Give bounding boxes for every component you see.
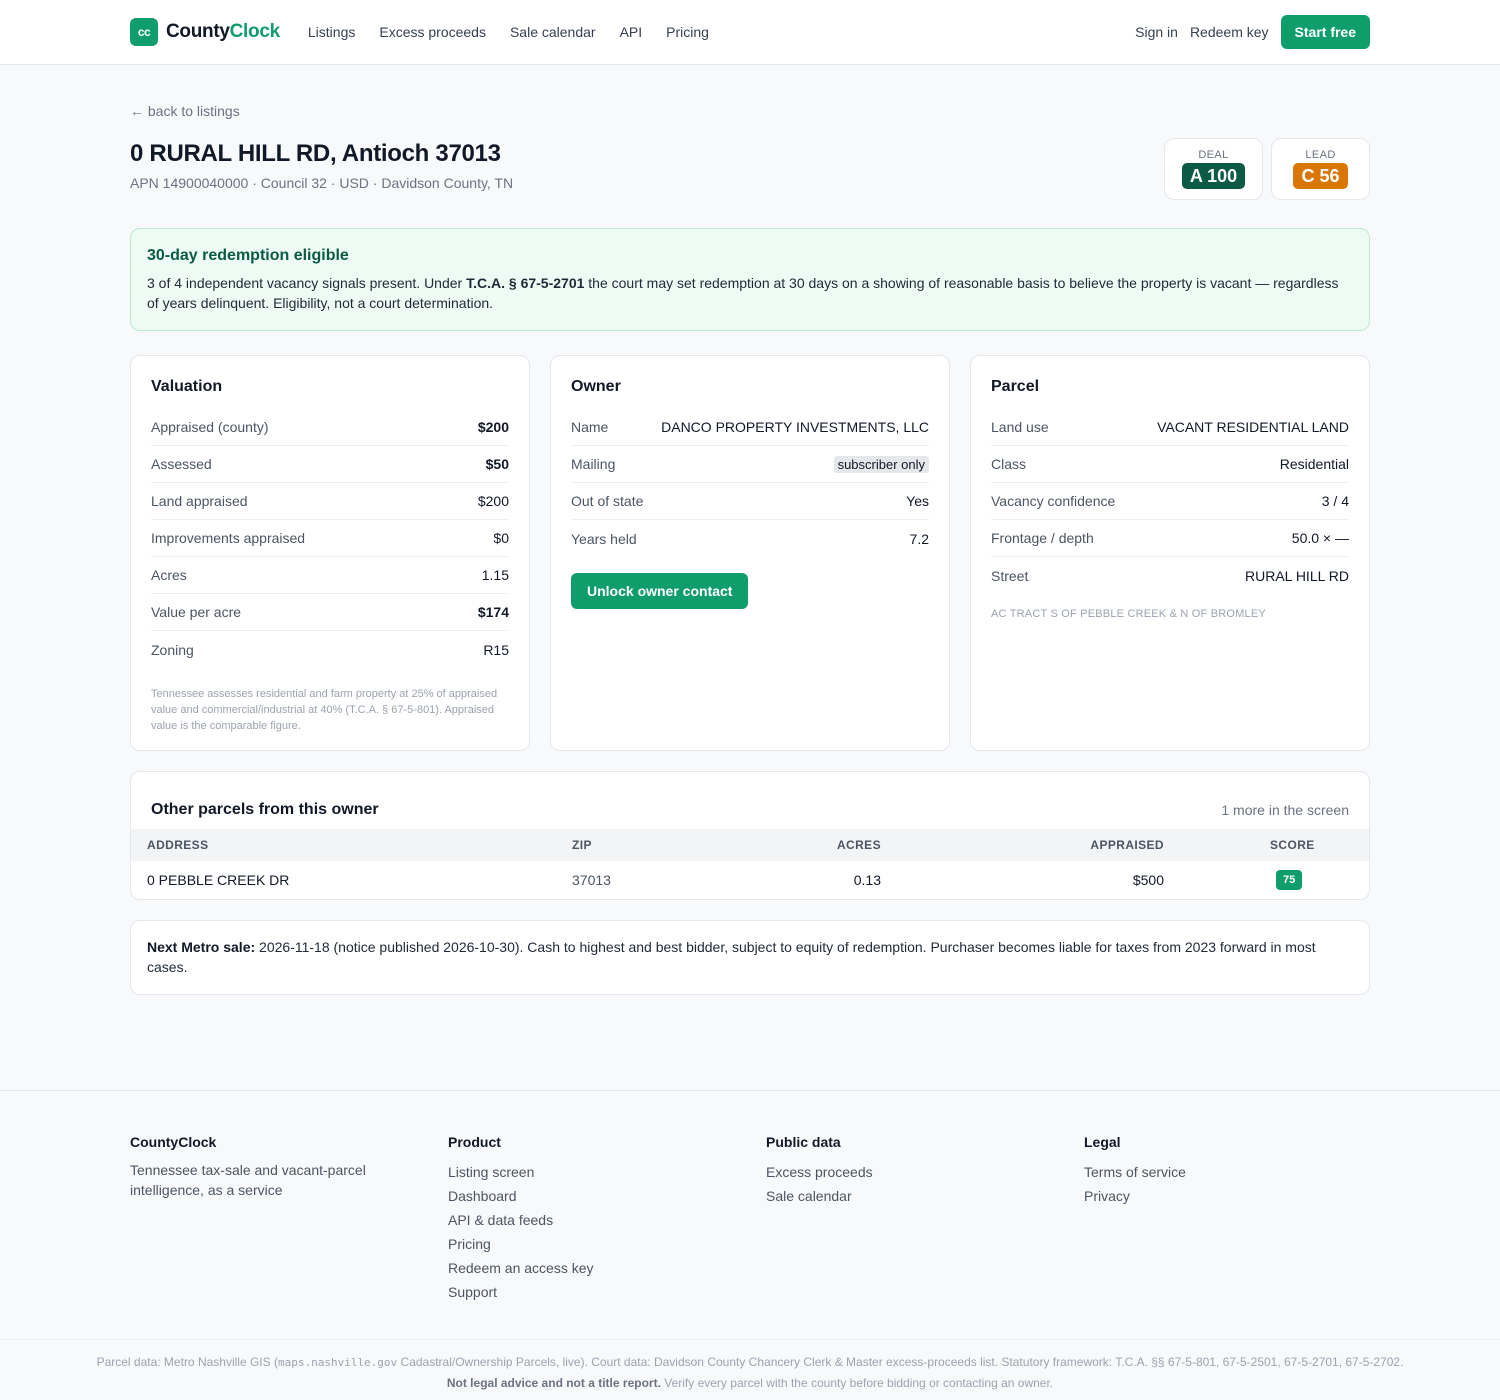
parcel-row: Frontage / depth 50.0 × — [991,520,1349,557]
legal-description: AC TRACT S OF PEBBLE CREEK & N OF BROMLE… [991,608,1266,620]
page-title: 0 RURAL HILL RD, Antioch 37013 [130,140,501,167]
footer-link-dashboard[interactable]: Dashboard [448,1188,517,1204]
owner-title: Owner [571,378,621,395]
footer-link-privacy[interactable]: Privacy [1084,1188,1130,1204]
parcel-appraised: $500 [1132,872,1164,888]
nav-listings[interactable]: Listings [308,24,355,40]
valuation-note: Tennessee assesses residential and farm … [151,688,498,732]
valuation-row: Assessed $50 [151,446,509,483]
brand-mark-icon: cc [130,18,158,46]
nav-sale-calendar[interactable]: Sale calendar [510,24,596,40]
valuation-row: Value per acre $174 [151,594,509,631]
lead-score-card: LEAD C 56 [1271,138,1370,200]
parcel-card: Parcel Land use VACANT RESIDENTIAL LAND C… [970,355,1370,751]
parcel-zip: 37013 [572,872,611,888]
start-free-button[interactable]: Start free [1280,15,1370,49]
back-to-listings-link[interactable]: ← back to listings [130,103,240,119]
valuation-row: Acres 1.15 [151,557,509,594]
lead-score-badge: C 56 [1293,163,1348,189]
subscriber-only-badge: subscriber only [833,455,929,473]
owner-row: Out of state Yes [571,483,929,520]
parcel-row: Class Residential [991,446,1349,483]
footer-link-redeem-key[interactable]: Redeem an access key [448,1260,594,1276]
footer-link-support[interactable]: Support [448,1284,497,1300]
footer-brand: CountyClock [130,1134,217,1150]
footer-link-listing-screen[interactable]: Listing screen [448,1164,534,1180]
next-sale-label: Next Metro sale: [147,939,256,955]
parcel-score-badge: 75 [1276,870,1303,890]
redemption-alert: 30-day redemption eligible 3 of 4 indepe… [130,228,1370,331]
footer-link-excess-proceeds[interactable]: Excess proceeds [766,1164,873,1180]
other-parcels-table: ADDRESS ZIP ACRES APPRAISED SCORE 0 PEBB… [131,829,1369,899]
footer-legal-title: Legal [1084,1134,1121,1150]
statute-reference: T.C.A. § 67-5-2701 [466,275,585,291]
top-navigation-bar: cc CountyClock Listings Excess proceeds … [0,0,1500,65]
valuation-row: Zoning R15 [151,641,509,658]
nav-api[interactable]: API [620,24,643,40]
parcel-address[interactable]: 0 PEBBLE CREEK DR [131,861,556,899]
valuation-row: Improvements appraised $0 [151,520,509,557]
deal-score-label: DEAL [1198,149,1229,161]
footer-link-terms[interactable]: Terms of service [1084,1164,1186,1180]
more-in-screen-link[interactable]: 1 more in the screen [1221,802,1349,818]
brand-logo-link[interactable]: cc CountyClock [130,18,280,46]
parcel-row: Street RURAL HILL RD [991,567,1349,584]
sign-in-link[interactable]: Sign in [1135,24,1178,40]
owner-card: Owner Name DANCO PROPERTY INVESTMENTS, LL… [550,355,950,751]
footer-sources: Parcel data: Metro Nashville GIS (maps.n… [0,1339,1500,1394]
deal-score-card: DEAL A 100 [1164,138,1263,200]
footer-product-title: Product [448,1134,501,1150]
redeem-key-link[interactable]: Redeem key [1190,24,1269,40]
nav-pricing[interactable]: Pricing [666,24,709,40]
unlock-owner-contact-button[interactable]: Unlock owner contact [571,573,749,609]
owner-row: Years held 7.2 [571,530,929,547]
footer-link-sale-calendar[interactable]: Sale calendar [766,1188,852,1204]
disclaimer-line: Not legal advice and not a title report.… [446,1376,1054,1390]
table-row[interactable]: 0 PEBBLE CREEK DR 37013 0.13 $500 75 [131,861,1369,899]
footer-link-api[interactable]: API & data feeds [448,1212,553,1228]
parcel-acres: 0.13 [853,872,881,888]
other-parcels-card: Other parcels from this owner 1 more in … [130,771,1370,900]
main-content: ← back to listings 0 RURAL HILL RD, Anti… [130,65,1370,995]
footer-link-pricing[interactable]: Pricing [448,1236,491,1252]
valuation-title: Valuation [151,378,223,395]
site-footer: CountyClock Tennessee tax-sale and vacan… [0,1090,1500,1400]
parcel-row: Land use VACANT RESIDENTIAL LAND [991,409,1349,446]
alert-body: 3 of 4 independent vacancy signals prese… [147,275,1339,311]
brand-name: CountyClock [166,21,280,42]
score-cards: DEAL A 100 LEAD C 56 [1164,138,1370,200]
data-sources-line: Parcel data: Metro Nashville GIS (maps.n… [96,1355,1404,1369]
owner-row: Mailing subscriber only [571,446,929,483]
other-parcels-title: Other parcels from this owner [151,801,379,818]
parcel-row: Vacancy confidence 3 / 4 [991,483,1349,520]
nav-excess-proceeds[interactable]: Excess proceeds [379,24,486,40]
owner-row: Name DANCO PROPERTY INVESTMENTS, LLC [571,409,929,446]
footer-public-data-title: Public data [766,1134,841,1150]
valuation-card: Valuation Appraised (county) $200 Assesse… [130,355,530,751]
next-sale-notice: Next Metro sale: 2026-11-18 (notice publ… [130,920,1370,995]
parcel-title: Parcel [991,378,1040,395]
deal-score-badge: A 100 [1181,163,1246,189]
lead-score-label: LEAD [1305,149,1336,161]
column-header-address: ADDRESS [147,838,209,852]
alert-title: 30-day redemption eligible [147,247,349,264]
valuation-row: Appraised (county) $200 [151,409,509,446]
column-header-appraised: APPRAISED [1090,838,1164,852]
column-header-acres: ACRES [836,838,881,852]
column-header-score: SCORE [1270,838,1315,852]
table-header-row: ADDRESS ZIP ACRES APPRAISED SCORE [131,829,1369,861]
valuation-row: Land appraised $200 [151,483,509,520]
column-header-zip: ZIP [572,838,592,852]
footer-description: Tennessee tax-sale and vacant-parcel int… [130,1162,366,1198]
parcel-subtitle: APN 14900040000 · Council 32 · USD · Dav… [130,175,514,192]
main-nav: Listings Excess proceeds Sale calendar A… [308,24,709,40]
